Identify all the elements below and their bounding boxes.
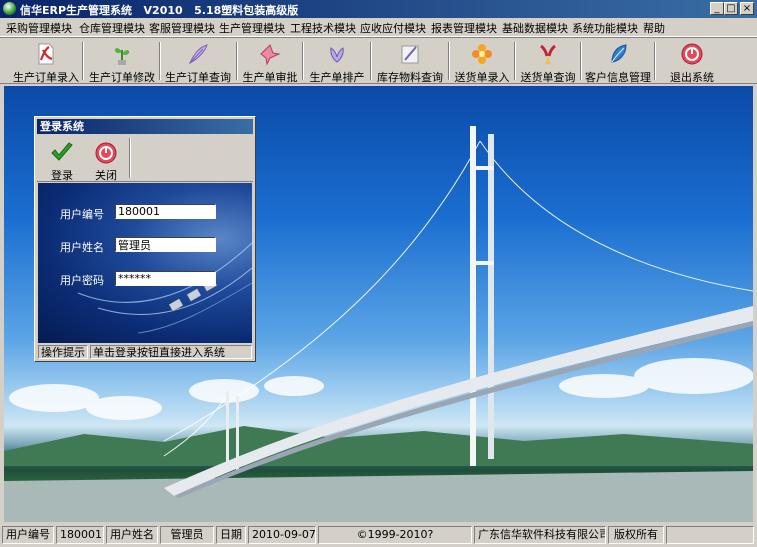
app-logo-icon [3,2,16,15]
toolbar-label: 生产订单查询 [165,71,231,84]
toolbar-separator [236,42,238,80]
hint-label: 操作提示 [38,345,88,359]
password-field[interactable] [115,271,216,286]
window-title: 信华ERP生产管理系统 V2010 5.18塑料包装高级版 [20,4,299,17]
pdf-document-icon [38,43,54,65]
user-name-field[interactable] [115,237,216,252]
login-button-label: 登录 [51,169,73,182]
close-window-button[interactable]: × [740,2,754,15]
toolbar-label: 库存物料查询 [377,71,443,84]
toolbar-label: 退出系统 [670,71,714,84]
menu-purchase[interactable]: 采购管理模块 [6,20,72,36]
menu-customer-service[interactable]: 客服管理模块 [149,20,215,36]
toolbar-separator [370,42,372,80]
menu-production[interactable]: 生产管理模块 [219,20,285,36]
menu-warehouse[interactable]: 仓库管理模块 [79,20,145,36]
login-status-bar: 操作提示 单击登录按钮直接进入系统 [38,345,252,360]
quill-icon [401,45,419,64]
toolbar-label: 送货单查询 [520,71,576,84]
close-dialog-button[interactable]: 关闭 [87,138,125,182]
menu-help[interactable]: 帮助 [643,20,665,36]
lily-icon [330,47,344,63]
delivery-entry-button[interactable]: 送货单录入 [452,40,512,84]
production-schedule-button[interactable]: 生产单排产 [306,40,368,84]
status-user-name: 管理员 [160,526,214,544]
inventory-query-button[interactable]: 库存物料查询 [374,40,446,84]
hint-text: 单击登录按钮直接进入系统 [90,345,252,359]
user-name-label: 用户姓名 [60,241,104,254]
toolbar-label: 生产单审批 [242,71,298,84]
status-company: 广东信华软件科技有限公司 [474,526,606,544]
power-icon [681,43,703,65]
status-date-label: 日期 [216,526,246,544]
bouquet-icon [540,44,556,64]
production-approval-button[interactable]: 生产单审批 [240,40,300,84]
status-rights: 版权所有 [608,526,664,544]
toolbar-separator [514,42,516,80]
login-button[interactable]: 登录 [43,138,81,182]
toolbar-label: 客户信息管理 [585,71,651,84]
toolbar-separator [654,42,656,80]
flower-icon [472,44,492,64]
menu-bar: 采购管理模块 仓库管理模块 客服管理模块 生产管理模块 工程技术模块 应收应付模… [0,18,757,37]
toolbar-separator [448,42,450,80]
toolbar-separator [580,42,582,80]
status-bar: 用户编号 180001 用户姓名 管理员 日期 2010-09-07 ©1999… [0,524,757,547]
plant-icon [114,48,130,65]
password-label: 用户密码 [60,274,104,287]
exit-system-button[interactable]: 退出系统 [662,40,722,84]
status-copyright: ©1999-2010? [318,526,472,544]
toolbar-label: 生产订单修改 [89,71,155,84]
menu-system[interactable]: 系统功能模块 [572,20,638,36]
feather-icon [188,44,208,65]
login-panel: 用户编号 用户姓名 用户密码 [38,183,252,343]
menu-receivables[interactable]: 应收应付模块 [360,20,426,36]
toolbar-label: 送货单录入 [454,71,510,84]
production-order-modify-button[interactable]: 生产订单修改 [86,40,158,84]
title-bar[interactable]: 信华ERP生产管理系统 V2010 5.18塑料包装高级版 _ □ × [0,0,757,18]
production-order-entry-button[interactable]: 生产订单录入 [10,40,82,84]
production-order-query-button[interactable]: 生产订单查询 [162,40,234,84]
login-dialog: 登录系统 登录 关闭 用户编号 180001 用户姓名 管理员 用户密码 ***… [34,116,256,362]
checkmark-icon [51,142,73,161]
app-window: 信华ERP生产管理系统 V2010 5.18塑料包装高级版 _ □ × 采购管理… [0,0,757,547]
status-empty [666,526,754,544]
close-dialog-label: 关闭 [95,169,117,182]
user-id-label: 用户编号 [60,208,104,221]
leaf-icon [611,44,627,63]
status-user-id-label: 用户编号 [2,526,54,544]
crane-icon [260,44,281,66]
login-toolbar: 登录 关闭 [37,136,253,182]
login-dialog-title[interactable]: 登录系统 [37,119,253,134]
menu-reports[interactable]: 报表管理模块 [431,20,497,36]
status-user-id: 180001 [56,526,104,544]
toolbar-label: 生产单排产 [309,71,365,84]
user-id-field[interactable] [115,204,216,219]
minimize-button[interactable]: _ [710,2,724,15]
power-icon [95,142,117,164]
status-date: 2010-09-07 [248,526,316,544]
menu-basic-data[interactable]: 基础数据模块 [502,20,568,36]
status-user-name-label: 用户姓名 [106,526,158,544]
toolbar-separator [82,42,84,80]
toolbar: 生产订单录入 生产订单修改 生产订单查询 生产单审批 生产单排产 库存物料查询 [0,37,757,84]
customer-info-button[interactable]: 客户信息管理 [584,40,652,84]
delivery-query-button[interactable]: 送货单查询 [518,40,578,84]
toolbar-label: 生产订单录入 [13,71,79,84]
maximize-button[interactable]: □ [724,2,738,15]
toolbar-separator [159,42,161,80]
toolbar-separator [302,42,304,80]
menu-engineering[interactable]: 工程技术模块 [290,20,356,36]
login-toolbar-separator [129,138,131,178]
